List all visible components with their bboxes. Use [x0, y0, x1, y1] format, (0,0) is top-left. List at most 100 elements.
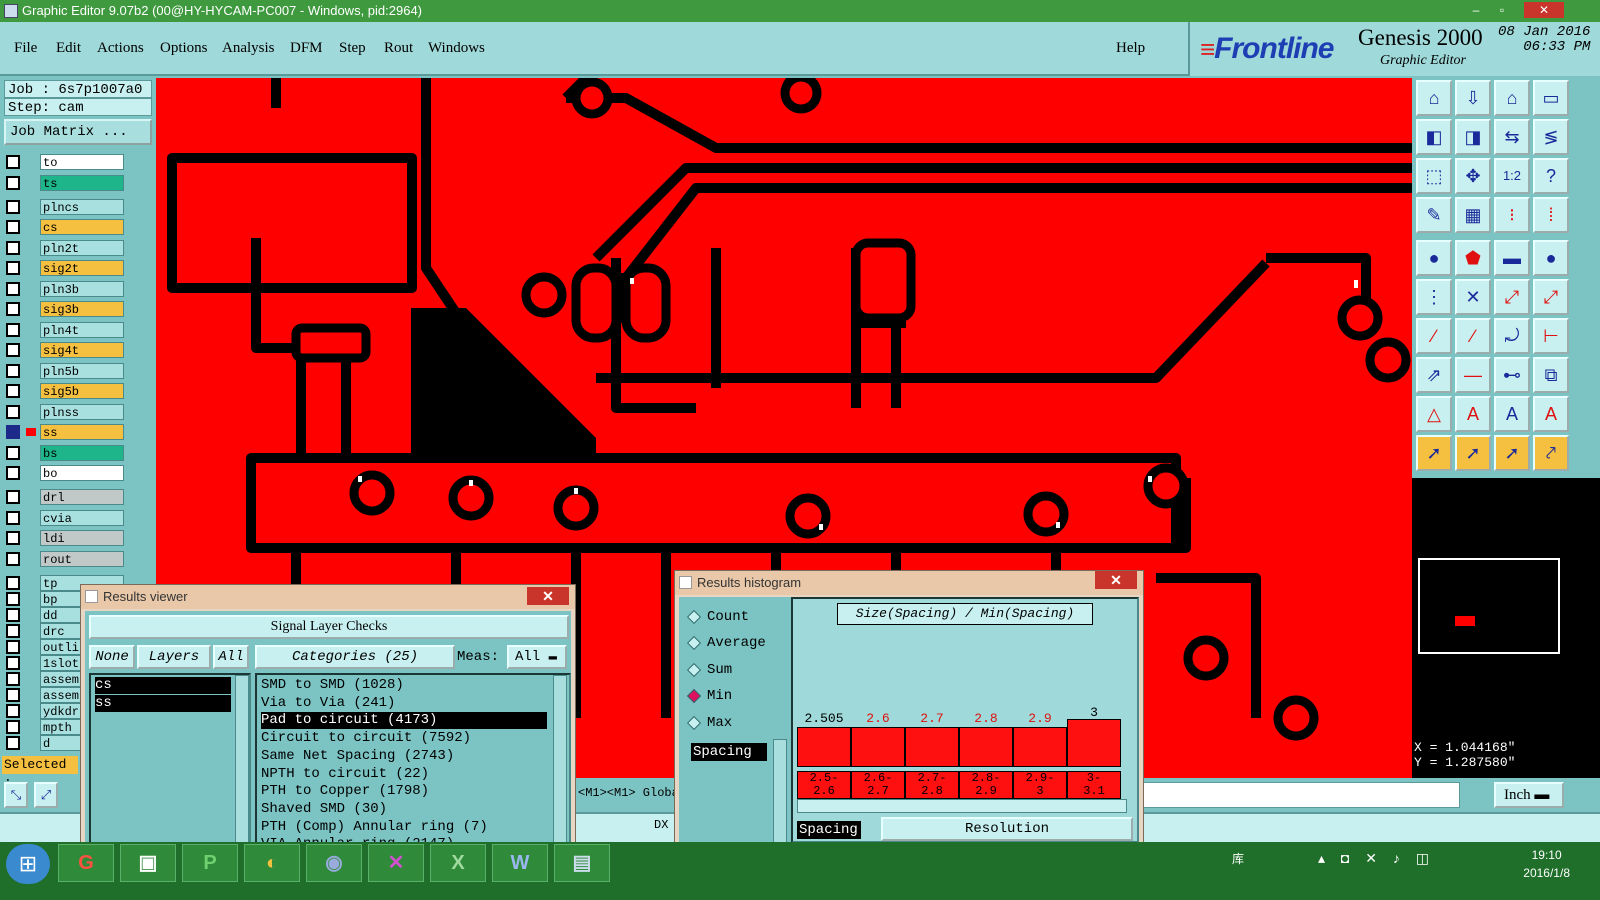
histogram-bar[interactable]: [905, 727, 959, 767]
open-icon[interactable]: ⇩: [1455, 80, 1491, 116]
layer-checkbox[interactable]: [6, 404, 20, 419]
layer-row-16[interactable]: drl: [6, 489, 124, 505]
category-item[interactable]: PTH (Comp) Annular ring (7): [261, 819, 547, 836]
meas-dropdown[interactable]: All ▬: [507, 645, 567, 669]
layer-row-4[interactable]: pln2t: [6, 239, 124, 256]
system-clock[interactable]: 19:10 2016/1/8: [1523, 846, 1570, 882]
zoom-tool-icon[interactable]: ⤡: [4, 782, 28, 808]
layer-checkbox[interactable]: [6, 240, 20, 255]
measure-icon[interactable]: ⊷: [1494, 357, 1530, 393]
option-average[interactable]: Average: [685, 631, 766, 655]
layer-checkbox[interactable]: [6, 466, 20, 480]
histogram-bar[interactable]: [1067, 719, 1121, 767]
layer-checkbox[interactable]: [6, 343, 20, 357]
layer-checkbox[interactable]: [6, 591, 20, 606]
word-taskbar-icon[interactable]: W: [492, 844, 548, 882]
layer-name[interactable]: to: [40, 154, 124, 170]
menu-file[interactable]: File: [14, 40, 37, 57]
category-item[interactable]: Via to Via (241): [261, 695, 547, 712]
net-icon[interactable]: ⁝: [1494, 197, 1530, 233]
layer-checkbox[interactable]: [6, 719, 20, 734]
layer-checkbox[interactable]: [6, 175, 20, 190]
results-viewer-titlebar[interactable]: Results viewer ✕: [81, 585, 575, 609]
poly-icon[interactable]: ⬟: [1455, 240, 1491, 276]
home-icon[interactable]: ⌂: [1416, 80, 1452, 116]
menu-dfm[interactable]: DFM: [290, 40, 323, 57]
x-app-taskbar-icon[interactable]: ✕: [368, 844, 424, 882]
snap-icon[interactable]: ≶: [1533, 119, 1569, 155]
all-button[interactable]: All: [213, 645, 249, 669]
layer-row-13[interactable]: ss: [6, 424, 124, 440]
resolution-label[interactable]: Resolution: [881, 817, 1133, 841]
layer-row-1[interactable]: ts: [6, 174, 124, 191]
route-icon[interactable]: ⤢: [1494, 279, 1530, 315]
histogram-bar[interactable]: [851, 727, 905, 767]
none-button[interactable]: None: [89, 645, 135, 669]
layer-name[interactable]: sig3b: [40, 301, 124, 317]
layer-checkbox[interactable]: [6, 531, 20, 545]
layer-checkbox[interactable]: [6, 490, 20, 504]
route2-icon[interactable]: ⤢: [1533, 279, 1569, 315]
layer-name[interactable]: pln3b: [40, 280, 124, 297]
menu-actions[interactable]: Actions: [97, 40, 144, 57]
histogram-bar[interactable]: [959, 727, 1013, 767]
layer-name[interactable]: drl: [40, 489, 124, 505]
copy-icon[interactable]: ⧉: [1533, 357, 1569, 393]
dot-icon[interactable]: ●: [1533, 240, 1569, 276]
genesis-taskbar-icon[interactable]: G: [58, 844, 114, 882]
layer-name[interactable]: plnss: [40, 403, 124, 420]
layer-row-9[interactable]: sig4t: [6, 342, 124, 358]
option-min[interactable]: Min: [685, 684, 732, 708]
category-item[interactable]: NPTH to circuit (22): [261, 766, 547, 783]
excel-taskbar-icon[interactable]: X: [430, 844, 486, 882]
job-matrix-button[interactable]: Job Matrix ...: [4, 119, 152, 145]
bottom-field-selected[interactable]: Spacing: [797, 821, 861, 839]
layer-row-6[interactable]: pln3b: [6, 280, 124, 297]
layer-checkbox[interactable]: [6, 703, 20, 718]
layer-checkbox[interactable]: [6, 510, 20, 525]
layer-row-14[interactable]: bs: [6, 444, 124, 461]
category-item[interactable]: Circuit to circuit (7592): [261, 730, 547, 747]
layer-name[interactable]: bo: [40, 465, 124, 481]
layer-checkbox[interactable]: [6, 425, 20, 439]
line-icon[interactable]: ∕: [1416, 318, 1452, 354]
layer-row-12[interactable]: plnss: [6, 403, 124, 420]
layer-name[interactable]: pln5b: [40, 362, 124, 379]
grid-icon[interactable]: ▦: [1455, 197, 1491, 233]
cross-icon[interactable]: ✕: [1455, 279, 1491, 315]
pointer3-icon[interactable]: ➚: [1494, 435, 1530, 471]
histogram-bin-label[interactable]: 2.8- 2.9: [959, 771, 1013, 799]
layer-checkbox[interactable]: [6, 281, 20, 296]
list-item[interactable]: cs: [95, 677, 231, 694]
layer-row-18[interactable]: ldi: [6, 530, 124, 546]
histogram-scrollbar[interactable]: [797, 799, 1127, 813]
field-selected[interactable]: Spacing: [691, 743, 767, 761]
results-histogram-close-button[interactable]: ✕: [1095, 571, 1137, 589]
layer-name[interactable]: pln2t: [40, 239, 124, 256]
layer-name[interactable]: bs: [40, 444, 124, 461]
category-list-scrollbar[interactable]: [553, 675, 567, 847]
layer-checkbox[interactable]: [6, 445, 20, 460]
units-selector[interactable]: Inch ▬: [1494, 782, 1564, 808]
tri4-icon[interactable]: A: [1533, 396, 1569, 432]
layer-name[interactable]: ldi: [40, 530, 124, 546]
layer-row-10[interactable]: pln5b: [6, 362, 124, 379]
menu-help[interactable]: Help: [1116, 40, 1145, 57]
layer-row-5[interactable]: sig2t: [6, 260, 124, 276]
layer-checkbox[interactable]: [6, 261, 20, 275]
slash-icon[interactable]: ∕: [1455, 318, 1491, 354]
layer-checkbox[interactable]: [6, 220, 20, 234]
histogram-bin-label[interactable]: 2.5- 2.6: [797, 771, 851, 799]
pad-icon[interactable]: ●: [1416, 240, 1452, 276]
category-item[interactable]: SMD to SMD (1028): [261, 677, 547, 694]
eye-taskbar-icon[interactable]: ◉: [306, 844, 362, 882]
layer-results-list[interactable]: cs ss: [89, 673, 251, 849]
layer-row-0[interactable]: to: [6, 154, 124, 170]
layer-checkbox[interactable]: [6, 687, 20, 702]
category-item[interactable]: PTH to Copper (1798): [261, 783, 547, 800]
category-item[interactable]: Same Net Spacing (2743): [261, 748, 547, 765]
categories-button[interactable]: Categories (25): [255, 645, 455, 669]
option-sum[interactable]: Sum: [685, 658, 732, 682]
close-button[interactable]: ✕: [1524, 2, 1564, 18]
layer-name[interactable]: ts: [40, 174, 124, 191]
